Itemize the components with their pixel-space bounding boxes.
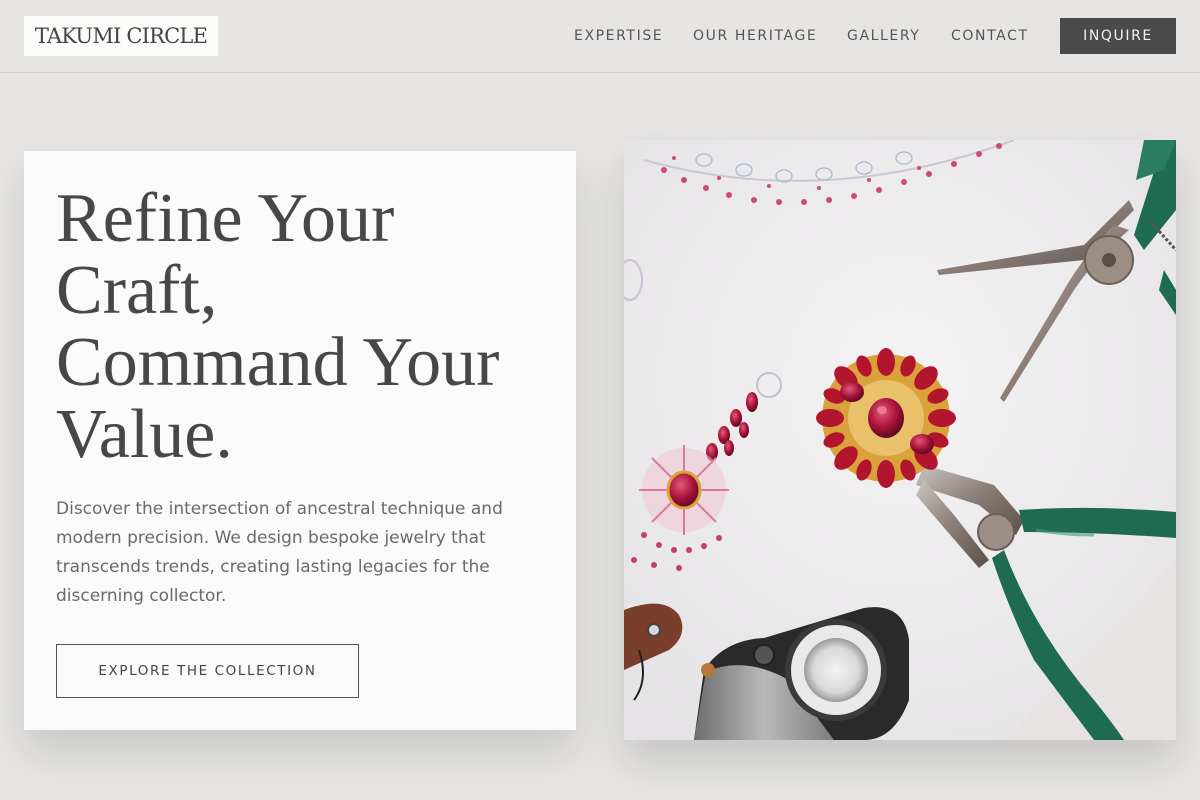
ruby-brooch <box>816 348 956 488</box>
headline-line: Command Your <box>56 324 500 401</box>
hero-headline: Refine Your Craft, Command Your Value. <box>56 183 556 471</box>
hero-image <box>624 140 1176 740</box>
description-line: discerning collector. <box>56 586 227 606</box>
nav-our-heritage[interactable]: OUR HERITAGE <box>693 26 817 46</box>
nav-contact[interactable]: CONTACT <box>951 26 1029 46</box>
jewelry-tools-illustration <box>624 140 1176 740</box>
description-line: modern precision. We design bespoke jewe… <box>56 528 486 548</box>
hero-description: Discover the intersection of ancestral t… <box>56 495 546 611</box>
description-line: Discover the intersection of ancestral t… <box>56 499 503 519</box>
site-header: TAKUMI CIRCLE EXPERTISE OUR HERITAGE GAL… <box>0 0 1200 73</box>
description-line: transcends trends, creating lasting lega… <box>56 557 490 577</box>
headline-line: Craft, <box>56 252 218 329</box>
hero-card: Refine Your Craft, Command Your Value. D… <box>24 151 576 730</box>
headline-line: Value. <box>56 396 233 473</box>
nav-gallery[interactable]: GALLERY <box>847 26 920 46</box>
headline-line: Refine Your <box>56 180 395 257</box>
explore-collection-button[interactable]: EXPLORE THE COLLECTION <box>56 644 359 698</box>
brand-logo[interactable]: TAKUMI CIRCLE <box>24 16 218 56</box>
nav-expertise[interactable]: EXPERTISE <box>574 26 663 46</box>
inquire-button[interactable]: INQUIRE <box>1060 18 1176 54</box>
